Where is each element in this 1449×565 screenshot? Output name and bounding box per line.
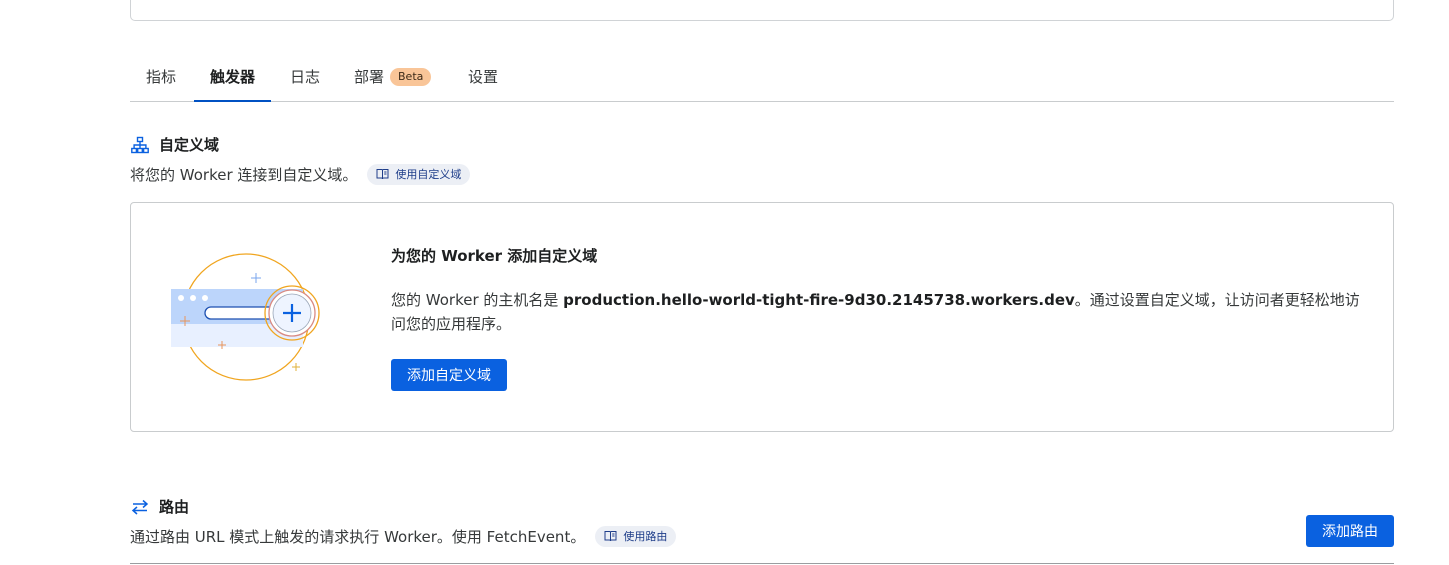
card-heading: 为您的 Worker 添加自定义域	[391, 247, 598, 265]
custom-domain-illustration-icon	[171, 253, 320, 381]
tab-label: 日志	[290, 68, 321, 86]
custom-domain-card: 为您的 Worker 添加自定义域 您的 Worker 的主机名是 produc…	[130, 202, 1394, 432]
previous-card	[130, 0, 1394, 21]
tab-label: 部署	[354, 68, 385, 86]
sitemap-icon	[131, 136, 149, 153]
docs-link-label: 使用自定义域	[395, 168, 462, 181]
section-title: 路由	[159, 498, 190, 516]
tab-label: 指标	[146, 68, 177, 86]
add-route-button[interactable]: 添加路由	[1306, 515, 1394, 547]
book-icon	[376, 169, 389, 180]
routes-description-row: 通过路由 URL 模式上触发的请求执行 Worker。使用 FetchEvent…	[130, 525, 677, 547]
routes-docs-link[interactable]: 使用路由	[595, 525, 677, 547]
docs-link-label: 使用路由	[623, 530, 668, 543]
worker-hostname: production.hello-world-tight-fire-9d30.2…	[563, 291, 1075, 309]
add-custom-domain-button[interactable]: 添加自定义域	[391, 359, 507, 391]
custom-domain-docs-link[interactable]: 使用自定义域	[367, 163, 471, 185]
tab-settings[interactable]: 设置	[468, 54, 498, 100]
section-description: 将您的 Worker 连接到自定义域。	[130, 165, 358, 184]
tab-label: 触发器	[210, 68, 256, 86]
tab-deployments[interactable]: 部署 Beta	[354, 54, 432, 100]
tab-label: 设置	[468, 68, 499, 86]
card-body-prefix: 您的 Worker 的主机名是	[391, 291, 564, 309]
card-body: 您的 Worker 的主机名是 production.hello-world-t…	[391, 288, 1371, 336]
beta-badge: Beta	[390, 68, 432, 86]
custom-domain-description-row: 将您的 Worker 连接到自定义域。 使用自定义域	[130, 163, 471, 185]
tab-triggers[interactable]: 触发器	[194, 54, 272, 102]
routes-divider	[130, 563, 1394, 564]
section-description: 通过路由 URL 模式上触发的请求执行 Worker。使用 FetchEvent…	[130, 527, 586, 546]
tab-metrics[interactable]: 指标	[146, 54, 176, 100]
tab-bar: 指标 触发器 日志 部署 Beta 设置	[130, 54, 1394, 102]
routes-heading: 路由	[131, 496, 189, 517]
custom-domain-heading: 自定义域	[131, 134, 219, 155]
book-icon	[604, 531, 617, 542]
tab-logs[interactable]: 日志	[290, 54, 320, 100]
section-title: 自定义域	[159, 136, 220, 154]
swap-arrows-icon	[131, 499, 149, 515]
